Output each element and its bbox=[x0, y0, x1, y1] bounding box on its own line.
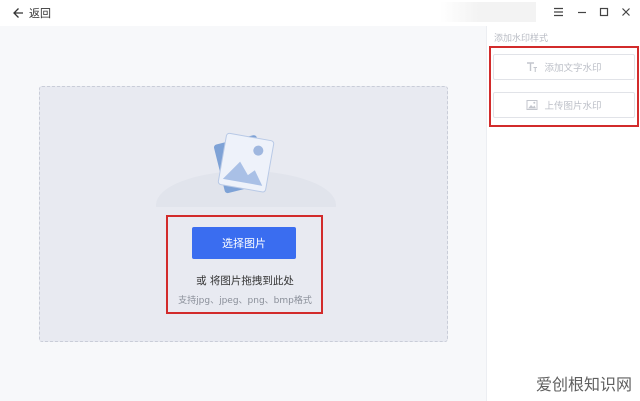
maximize-button[interactable] bbox=[595, 4, 613, 20]
text-icon bbox=[527, 62, 538, 72]
blurred-region bbox=[440, 2, 536, 22]
image-icon bbox=[526, 100, 538, 110]
upload-image-watermark-button[interactable]: 上传图片水印 bbox=[493, 92, 635, 118]
minimize-icon bbox=[578, 11, 586, 14]
image-illustration-icon bbox=[156, 132, 336, 207]
site-watermark: 爱创根知识网 bbox=[535, 375, 632, 394]
add-text-watermark-label: 添加文字水印 bbox=[544, 63, 602, 74]
main-panel: 选择图片 或 将图片拖拽到此处 支持jpg、jpeg、png、bmp格式 bbox=[0, 26, 486, 401]
back-button[interactable]: 返回 bbox=[12, 5, 51, 21]
upload-image-watermark-label: 上传图片水印 bbox=[544, 101, 602, 112]
menu-button[interactable] bbox=[549, 4, 567, 20]
watermark-sidebar: 添加水印样式 添加文字水印 上传图片水印 bbox=[486, 26, 640, 401]
select-image-button[interactable]: 选择图片 bbox=[192, 227, 296, 259]
supported-formats-text: 支持jpg、jpeg、png、bmp格式 bbox=[178, 296, 312, 306]
title-bar: 返回 bbox=[0, 0, 640, 26]
close-icon bbox=[622, 8, 630, 16]
add-text-watermark-button[interactable]: 添加文字水印 bbox=[493, 54, 635, 80]
menu-icon bbox=[553, 7, 563, 17]
close-button[interactable] bbox=[617, 4, 635, 20]
maximize-icon bbox=[599, 7, 609, 17]
back-label: 返回 bbox=[29, 7, 51, 20]
arrow-left-icon bbox=[13, 8, 23, 18]
drop-zone[interactable]: 选择图片 或 将图片拖拽到此处 支持jpg、jpeg、png、bmp格式 bbox=[39, 86, 448, 342]
sidebar-title: 添加水印样式 bbox=[494, 34, 549, 44]
drag-hint-text: 或 将图片拖拽到此处 bbox=[196, 275, 294, 287]
minimize-button[interactable] bbox=[573, 4, 591, 20]
